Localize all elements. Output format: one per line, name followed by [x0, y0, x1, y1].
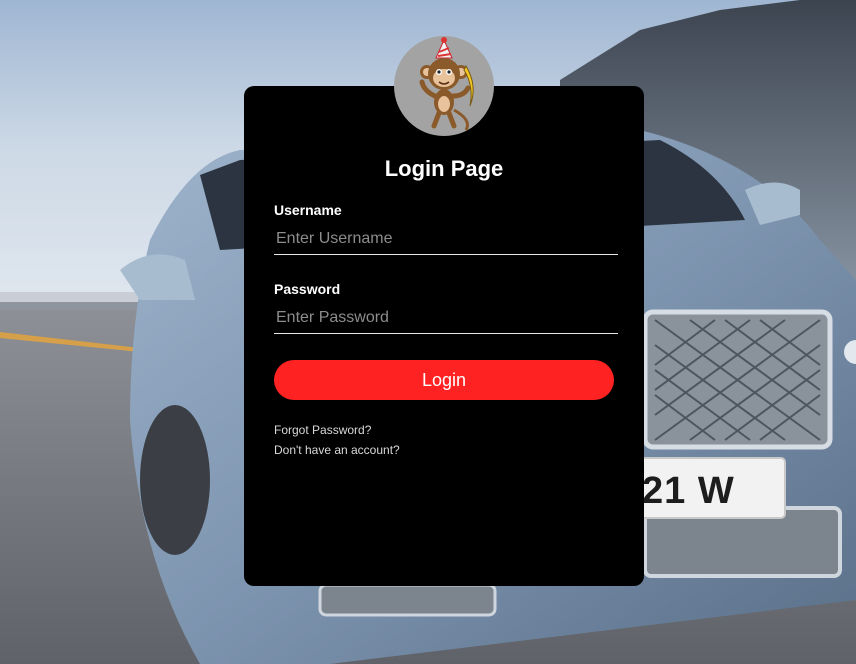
login-card: Login Page Username Password Login Forgo… — [244, 86, 644, 586]
signup-link[interactable]: Don't have an account? — [274, 443, 400, 457]
username-label: Username — [274, 202, 342, 218]
forgot-password-link[interactable]: Forgot Password? — [274, 423, 371, 437]
password-label: Password — [274, 281, 341, 297]
monkey-avatar-icon — [394, 36, 494, 136]
password-input[interactable] — [274, 302, 618, 334]
license-plate-text: 21 WO — [642, 470, 734, 512]
username-input[interactable] — [274, 223, 618, 255]
login-button[interactable]: Login — [274, 360, 614, 400]
page-title: Login Page — [384, 156, 504, 181]
